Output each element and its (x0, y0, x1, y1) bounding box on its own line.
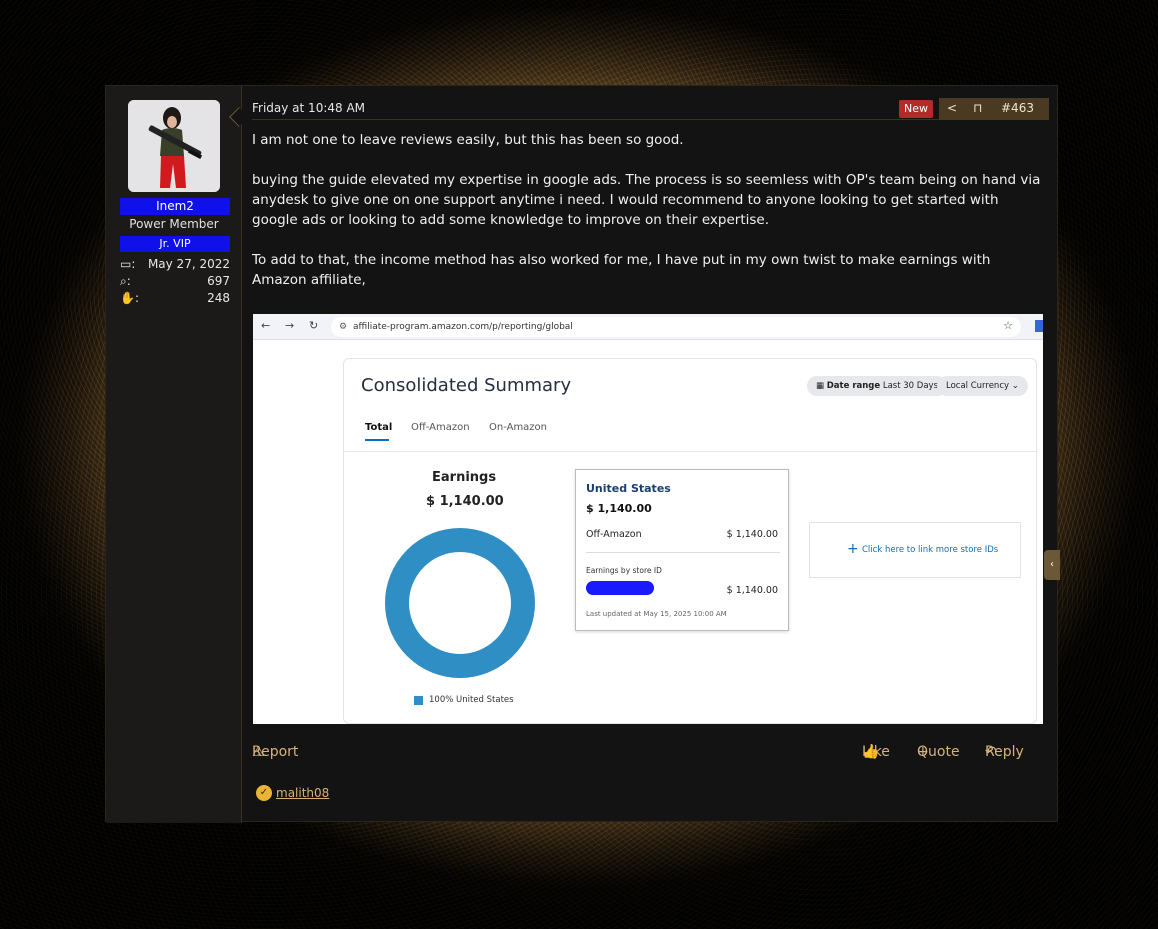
avatar-image (128, 100, 220, 192)
browser-toolbar: ← → ↻ ⚙ affiliate-program.amazon.com/p/r… (253, 314, 1043, 340)
donut-slice-united-states (385, 528, 535, 678)
currency-pill: Local Currency ⌄ (937, 376, 1028, 396)
username[interactable]: Inem2 (120, 198, 230, 215)
calendar-icon: ▦ (816, 381, 827, 391)
redacted-store-id (586, 581, 654, 595)
reactions-stat: ✋: 248 (120, 291, 230, 307)
like-reaction-icon: ✓ (256, 785, 272, 801)
joined-stat: ▭: May 27, 2022 (120, 257, 230, 273)
messages-count: 697 (207, 274, 230, 288)
reaction-score-icon: ✋: (120, 291, 139, 305)
reload-icon: ↻ (309, 319, 319, 332)
forward-icon: → (285, 319, 295, 332)
star-icon: ☆ (1003, 319, 1013, 332)
legend-label: 100% United States (429, 695, 514, 705)
post-number[interactable]: #463 (1001, 101, 1034, 115)
date-range-label: Date range (826, 381, 881, 391)
user-title: Power Member (129, 217, 219, 231)
reaction-score: 248 (207, 291, 230, 305)
post-actions: ⚠ Report 👍 Like + Quote ↶ Reply (252, 744, 1049, 764)
last-updated: Last updated at May 15, 2025 10:00 AM (586, 610, 727, 618)
summary-card: Consolidated Summary ▦ Date range Last 3… (343, 358, 1038, 724)
message-cell: Friday at 10:48 AM New < ⊓ #463 I am not… (242, 86, 1059, 823)
quote-label: Quote (917, 744, 960, 760)
card-title: Consolidated Summary (361, 375, 572, 396)
tab-on-amazon: On-Amazon (489, 422, 548, 433)
tab-off-amazon: Off-Amazon (411, 422, 470, 433)
avatar[interactable] (128, 100, 220, 192)
post-paragraph: buying the guide elevated my expertise i… (252, 172, 1041, 228)
new-badge: New (899, 100, 933, 118)
post-header-actions: < ⊓ #463 (939, 98, 1049, 120)
like-label: Like (862, 744, 890, 760)
divider (344, 451, 1038, 452)
post-body: I am not one to leave reviews easily, bu… (252, 130, 1042, 310)
divider (586, 552, 780, 553)
legend-swatch (414, 696, 423, 705)
messages-stat: ⌕: 697 (120, 274, 230, 290)
reactor-link[interactable]: malith08 (276, 786, 329, 800)
user-sidebar: Inem2 Power Member Jr. VIP ▭: May 27, 20… (106, 86, 249, 823)
off-amazon-label: Off-Amazon (586, 529, 642, 540)
tab-total: Total (365, 422, 393, 433)
url-bar: ⚙ affiliate-program.amazon.com/p/reporti… (331, 317, 1021, 337)
earnings-amount: $ 1,140.00 (426, 494, 504, 509)
off-amazon-value: $ 1,140.00 (726, 529, 778, 540)
earnings-title: Earnings (432, 470, 497, 485)
joined-date: May 27, 2022 (147, 257, 230, 271)
site-info-icon: ⚙ (339, 322, 348, 332)
store-id-value: $ 1,140.00 (726, 585, 778, 596)
chevron-down-icon: ⌄ (1011, 381, 1019, 391)
plus-icon: + (847, 541, 859, 557)
user-banner: Jr. VIP (120, 236, 230, 252)
tab-underline (365, 439, 389, 441)
forum-post: Inem2 Power Member Jr. VIP ▭: May 27, 20… (105, 85, 1059, 823)
report-label: Report (252, 744, 299, 760)
country-name: United States (586, 482, 671, 495)
reply-label: Reply (985, 744, 1024, 760)
date-range-pill: ▦ Date range Last 30 Days (807, 376, 947, 396)
share-icon[interactable]: < (947, 101, 957, 115)
messages-icon: ⌕: (120, 274, 131, 288)
embedded-screenshot[interactable]: ← → ↻ ⚙ affiliate-program.amazon.com/p/r… (253, 314, 1043, 724)
store-id-label: Earnings by store ID (586, 566, 662, 575)
post-paragraph: I am not one to leave reviews easily, bu… (252, 132, 684, 148)
scroll-tab[interactable]: ‹ (1044, 550, 1060, 580)
earnings-donut-chart (385, 528, 535, 678)
post-paragraph: To add to that, the income method has al… (252, 252, 991, 288)
country-amount: $ 1,140.00 (586, 502, 652, 515)
link-store-text: Click here to link more store IDs (862, 545, 999, 555)
url-text: affiliate-program.amazon.com/p/reporting… (353, 322, 573, 332)
date-range-value: Last 30 Days (882, 381, 938, 391)
currency-label: Local Currency (946, 381, 1010, 391)
message-header: Friday at 10:48 AM New < ⊓ #463 (252, 96, 1049, 120)
country-earnings-box: United States $ 1,140.00 Off-Amazon $ 1,… (575, 469, 789, 631)
post-date[interactable]: Friday at 10:48 AM (252, 101, 365, 115)
link-store-box: + Click here to link more store IDs (809, 522, 1021, 578)
bookmark-icon[interactable]: ⊓ (973, 101, 982, 115)
back-icon: ← (261, 319, 271, 332)
calendar-icon: ▭: (120, 257, 136, 271)
extension-icon (1035, 320, 1043, 332)
